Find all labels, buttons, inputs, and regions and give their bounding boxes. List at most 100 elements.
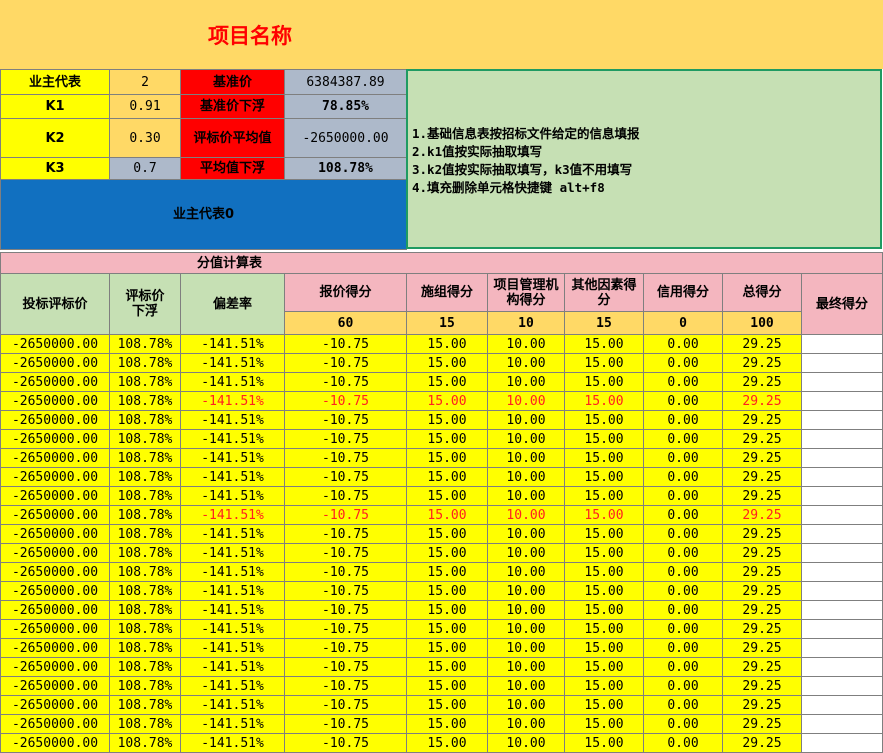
k2-value[interactable]: 0.30 <box>110 119 181 158</box>
k3-label[interactable]: K3 <box>0 158 110 180</box>
cell-bid-down[interactable]: 108.78% <box>110 392 181 411</box>
cell-construction-score[interactable]: 15.00 <box>407 544 488 563</box>
header-management-score[interactable]: 项目管理机构得分 <box>488 274 565 312</box>
cell-deviation[interactable]: -141.51% <box>181 601 285 620</box>
cell-total-score[interactable]: 29.25 <box>723 354 802 373</box>
cell-construction-score[interactable]: 15.00 <box>407 601 488 620</box>
weight-other[interactable]: 15 <box>565 312 644 335</box>
cell-bid-price[interactable]: -2650000.00 <box>0 734 110 753</box>
cell-credit-score[interactable]: 0.00 <box>644 506 723 525</box>
cell-price-score[interactable]: -10.75 <box>285 487 407 506</box>
cell-final-score[interactable] <box>802 525 883 544</box>
cell-price-score[interactable]: -10.75 <box>285 430 407 449</box>
cell-bid-down[interactable]: 108.78% <box>110 430 181 449</box>
cell-price-score[interactable]: -10.75 <box>285 734 407 753</box>
cell-price-score[interactable]: -10.75 <box>285 639 407 658</box>
owner-value[interactable]: 2 <box>110 69 181 95</box>
cell-credit-score[interactable]: 0.00 <box>644 734 723 753</box>
cell-price-score[interactable]: -10.75 <box>285 677 407 696</box>
cell-bid-down[interactable]: 108.78% <box>110 563 181 582</box>
cell-other-score[interactable]: 15.00 <box>565 696 644 715</box>
cell-deviation[interactable]: -141.51% <box>181 392 285 411</box>
cell-construction-score[interactable]: 15.00 <box>407 373 488 392</box>
k1-value[interactable]: 0.91 <box>110 95 181 119</box>
cell-total-score[interactable]: 29.25 <box>723 563 802 582</box>
cell-construction-score[interactable]: 15.00 <box>407 715 488 734</box>
cell-price-score[interactable]: -10.75 <box>285 715 407 734</box>
cell-price-score[interactable]: -10.75 <box>285 411 407 430</box>
cell-credit-score[interactable]: 0.00 <box>644 620 723 639</box>
cell-construction-score[interactable]: 15.00 <box>407 677 488 696</box>
cell-management-score[interactable]: 10.00 <box>488 677 565 696</box>
cell-bid-down[interactable]: 108.78% <box>110 601 181 620</box>
avg-down-label[interactable]: 平均值下浮 <box>181 158 285 180</box>
cell-final-score[interactable] <box>802 639 883 658</box>
cell-deviation[interactable]: -141.51% <box>181 430 285 449</box>
cell-credit-score[interactable]: 0.00 <box>644 601 723 620</box>
cell-bid-down[interactable]: 108.78% <box>110 658 181 677</box>
cell-bid-price[interactable]: -2650000.00 <box>0 487 110 506</box>
cell-other-score[interactable]: 15.00 <box>565 544 644 563</box>
cell-credit-score[interactable]: 0.00 <box>644 696 723 715</box>
cell-final-score[interactable] <box>802 696 883 715</box>
cell-deviation[interactable]: -141.51% <box>181 335 285 354</box>
cell-price-score[interactable]: -10.75 <box>285 544 407 563</box>
cell-credit-score[interactable]: 0.00 <box>644 639 723 658</box>
cell-construction-score[interactable]: 15.00 <box>407 487 488 506</box>
cell-credit-score[interactable]: 0.00 <box>644 392 723 411</box>
avg-price-value[interactable]: -2650000.00 <box>285 119 407 158</box>
cell-other-score[interactable]: 15.00 <box>565 582 644 601</box>
cell-management-score[interactable]: 10.00 <box>488 734 565 753</box>
cell-total-score[interactable]: 29.25 <box>723 411 802 430</box>
cell-bid-down[interactable]: 108.78% <box>110 506 181 525</box>
cell-bid-down[interactable]: 108.78% <box>110 411 181 430</box>
cell-price-score[interactable]: -10.75 <box>285 335 407 354</box>
cell-total-score[interactable]: 29.25 <box>723 734 802 753</box>
cell-deviation[interactable]: -141.51% <box>181 373 285 392</box>
weight-management[interactable]: 10 <box>488 312 565 335</box>
base-price-label[interactable]: 基准价 <box>181 69 285 95</box>
cell-other-score[interactable]: 15.00 <box>565 639 644 658</box>
cell-bid-down[interactable]: 108.78% <box>110 525 181 544</box>
header-bid-price[interactable]: 投标评标价 <box>0 274 110 335</box>
cell-deviation[interactable]: -141.51% <box>181 639 285 658</box>
weight-construction[interactable]: 15 <box>407 312 488 335</box>
cell-credit-score[interactable]: 0.00 <box>644 715 723 734</box>
cell-management-score[interactable]: 10.00 <box>488 601 565 620</box>
cell-credit-score[interactable]: 0.00 <box>644 544 723 563</box>
cell-final-score[interactable] <box>802 392 883 411</box>
cell-price-score[interactable]: -10.75 <box>285 658 407 677</box>
cell-management-score[interactable]: 10.00 <box>488 639 565 658</box>
cell-management-score[interactable]: 10.00 <box>488 354 565 373</box>
cell-total-score[interactable]: 29.25 <box>723 373 802 392</box>
cell-other-score[interactable]: 15.00 <box>565 468 644 487</box>
cell-total-score[interactable]: 29.25 <box>723 468 802 487</box>
cell-management-score[interactable]: 10.00 <box>488 430 565 449</box>
cell-final-score[interactable] <box>802 620 883 639</box>
cell-bid-down[interactable]: 108.78% <box>110 677 181 696</box>
cell-other-score[interactable]: 15.00 <box>565 411 644 430</box>
cell-other-score[interactable]: 15.00 <box>565 506 644 525</box>
cell-bid-price[interactable]: -2650000.00 <box>0 525 110 544</box>
cell-bid-price[interactable]: -2650000.00 <box>0 582 110 601</box>
cell-deviation[interactable]: -141.51% <box>181 658 285 677</box>
cell-other-score[interactable]: 15.00 <box>565 354 644 373</box>
cell-other-score[interactable]: 15.00 <box>565 525 644 544</box>
cell-final-score[interactable] <box>802 354 883 373</box>
cell-bid-down[interactable]: 108.78% <box>110 468 181 487</box>
cell-credit-score[interactable]: 0.00 <box>644 335 723 354</box>
cell-other-score[interactable]: 15.00 <box>565 601 644 620</box>
title-band[interactable] <box>0 0 883 69</box>
header-deviation[interactable]: 偏差率 <box>181 274 285 335</box>
cell-bid-down[interactable]: 108.78% <box>110 582 181 601</box>
cell-bid-price[interactable]: -2650000.00 <box>0 639 110 658</box>
cell-other-score[interactable]: 15.00 <box>565 563 644 582</box>
cell-bid-price[interactable]: -2650000.00 <box>0 715 110 734</box>
cell-other-score[interactable]: 15.00 <box>565 449 644 468</box>
cell-bid-down[interactable]: 108.78% <box>110 373 181 392</box>
cell-credit-score[interactable]: 0.00 <box>644 525 723 544</box>
cell-construction-score[interactable]: 15.00 <box>407 696 488 715</box>
cell-bid-price[interactable]: -2650000.00 <box>0 411 110 430</box>
cell-price-score[interactable]: -10.75 <box>285 354 407 373</box>
cell-management-score[interactable]: 10.00 <box>488 715 565 734</box>
